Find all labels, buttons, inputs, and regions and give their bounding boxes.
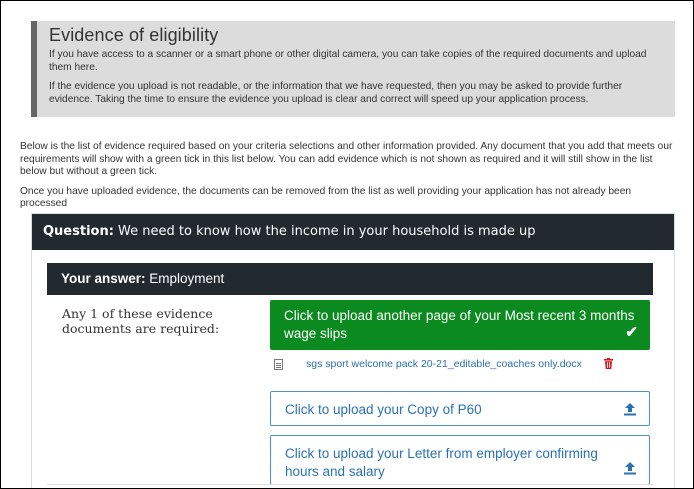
upload-p60-button[interactable]: Click to upload your Copy of P60 — [270, 391, 650, 426]
uploaded-file-row: sgs sport welcome pack 20-21_editable_co… — [274, 358, 654, 376]
document-icon — [274, 359, 283, 370]
upload-another-page-button[interactable]: Click to upload another page of your Mos… — [270, 300, 650, 350]
question-text: We need to know how the income in your h… — [113, 224, 536, 239]
upload-another-page-label: Click to upload another page of your Mos… — [284, 308, 635, 341]
page-frame: Evidence of eligibility If you have acce… — [0, 0, 694, 489]
question-panel: Question: We need to know how the income… — [31, 213, 675, 488]
eligibility-notice: Evidence of eligibility If you have acce… — [31, 21, 675, 117]
answer-header: Your answer: Employment — [47, 263, 653, 295]
answer-text: Employment — [145, 271, 225, 286]
upload-icon — [624, 462, 636, 475]
upload-p60-label: Click to upload your Copy of P60 — [285, 402, 482, 417]
upload-employer-letter-button[interactable]: Click to upload your Letter from employe… — [270, 435, 650, 485]
intro-text: Below is the list of evidence required b… — [20, 141, 680, 218]
requirement-text: Any 1 of these evidence documents are re… — [62, 306, 220, 336]
notice-title: Evidence of eligibility — [49, 25, 219, 45]
uploaded-file-name[interactable]: sgs sport welcome pack 20-21_editable_co… — [306, 358, 582, 370]
notice-paragraph-readability: If the evidence you upload is not readab… — [49, 81, 623, 105]
notice-paragraph-scanner: If you have access to a scanner or a sma… — [49, 49, 647, 73]
answer-label: Your answer: — [61, 271, 146, 286]
intro-paragraph-list: Below is the list of evidence required b… — [20, 141, 673, 177]
upload-icon — [624, 403, 636, 416]
question-label: Question: — [43, 224, 114, 239]
divider — [47, 484, 653, 485]
trash-icon[interactable] — [604, 358, 613, 369]
question-header: Question: We need to know how the income… — [32, 214, 674, 250]
intro-paragraph-remove: Once you have uploaded evidence, the doc… — [20, 185, 632, 210]
check-icon: ✔ — [625, 324, 638, 341]
upload-employer-letter-label: Click to upload your Letter from employe… — [285, 446, 598, 479]
